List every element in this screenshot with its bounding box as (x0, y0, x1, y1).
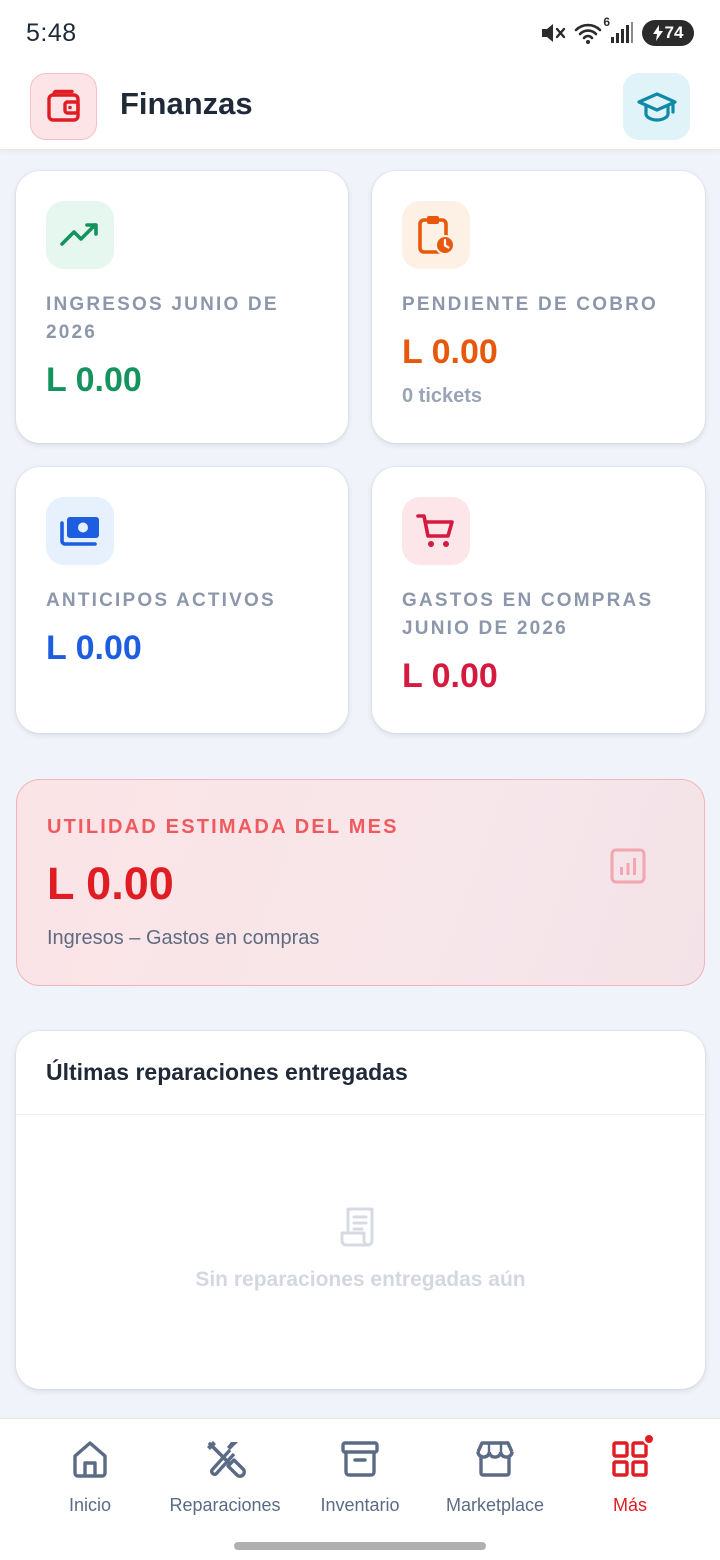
pending-card[interactable]: Pendiente de cobro L 0.00 0 tickets (372, 171, 705, 443)
advances-label: Anticipos activos (46, 590, 276, 611)
wifi-icon (574, 23, 602, 44)
nav-item-marketplace[interactable]: Marketplace (425, 1437, 565, 1527)
nav-item-inicio[interactable]: Inicio (20, 1437, 160, 1527)
advances-card[interactable]: Anticipos activos L 0.00 (16, 467, 348, 733)
nav-item-inventario[interactable]: Inventario (290, 1437, 430, 1527)
home-indicator[interactable] (234, 1542, 486, 1550)
nav-label-marketplace: Marketplace (445, 1495, 545, 1515)
archive-box-icon (341, 1441, 379, 1477)
mute-icon (542, 24, 566, 42)
trending-up-icon (46, 201, 114, 269)
pending-label: Pendiente de cobro (402, 294, 659, 315)
app-bar: Finanzas (0, 66, 720, 150)
storefront-icon (476, 1441, 514, 1477)
nav-item-mas[interactable]: Más (560, 1433, 700, 1527)
home-icon (73, 1441, 107, 1478)
nav-label-reparaciones: Reparaciones (169, 1495, 281, 1515)
tools-icon (207, 1441, 246, 1478)
receipt-icon (340, 1207, 374, 1247)
bar-chart-icon (610, 848, 646, 884)
wifi-label: 6 (603, 15, 610, 29)
recent-repairs-section: Últimas reparaciones entregadas Sin repa… (16, 1031, 705, 1389)
nav-label-inicio: Inicio (68, 1495, 112, 1515)
battery-level: 74 (664, 23, 684, 42)
income-value: L 0.00 (46, 361, 142, 399)
purchases-value: L 0.00 (402, 657, 498, 695)
graduation-cap-icon (636, 91, 677, 122)
estimated-profit-card: UTILIDAD ESTIMADA DEL MES L 0.00 Ingreso… (16, 779, 705, 986)
wifi-group: 6 (574, 15, 610, 45)
income-label: Ingresos junio de 2026 (46, 294, 279, 343)
bottom-nav: Inicio Reparaciones Inventario Marketpla… (0, 1418, 720, 1560)
academy-button[interactable] (623, 73, 690, 140)
nav-item-reparaciones[interactable]: Reparaciones (155, 1437, 295, 1527)
purchases-label: Gastos en compras junio de 2026 (402, 590, 654, 639)
charging-icon (652, 25, 663, 41)
clipboard-clock-icon (402, 201, 470, 269)
banknotes-icon (46, 497, 114, 565)
estimated-profit-formula: Ingresos – Gastos en compras (47, 927, 320, 949)
pending-value: L 0.00 (402, 333, 498, 371)
estimated-profit-label: UTILIDAD ESTIMADA DEL MES (47, 816, 399, 838)
nav-label-inventario: Inventario (320, 1495, 400, 1515)
status-icons: 6 74 (540, 15, 694, 46)
shopping-cart-icon (402, 497, 470, 565)
wallet-icon (30, 73, 97, 140)
income-card[interactable]: Ingresos junio de 2026 L 0.00 (16, 171, 348, 443)
status-bar: 5:48 6 74 (0, 0, 720, 66)
estimated-profit-value: L 0.00 (47, 858, 174, 909)
recent-empty-text: Sin reparaciones entregadas aún (195, 1268, 526, 1291)
battery-indicator: 74 (642, 20, 694, 46)
advances-value: L 0.00 (46, 629, 142, 667)
purchases-card[interactable]: Gastos en compras junio de 2026 L 0.00 (372, 467, 705, 733)
nav-label-mas: Más (612, 1495, 647, 1515)
notification-dot (643, 1433, 655, 1445)
grid-menu-icon (612, 1441, 648, 1477)
recent-repairs-title: Últimas reparaciones entregadas (46, 1059, 408, 1085)
page-title: Finanzas (120, 86, 253, 121)
pending-tickets: 0 tickets (402, 385, 483, 407)
recent-divider (16, 1114, 705, 1115)
status-time: 5:48 (26, 18, 77, 47)
signal-icon (611, 22, 633, 43)
